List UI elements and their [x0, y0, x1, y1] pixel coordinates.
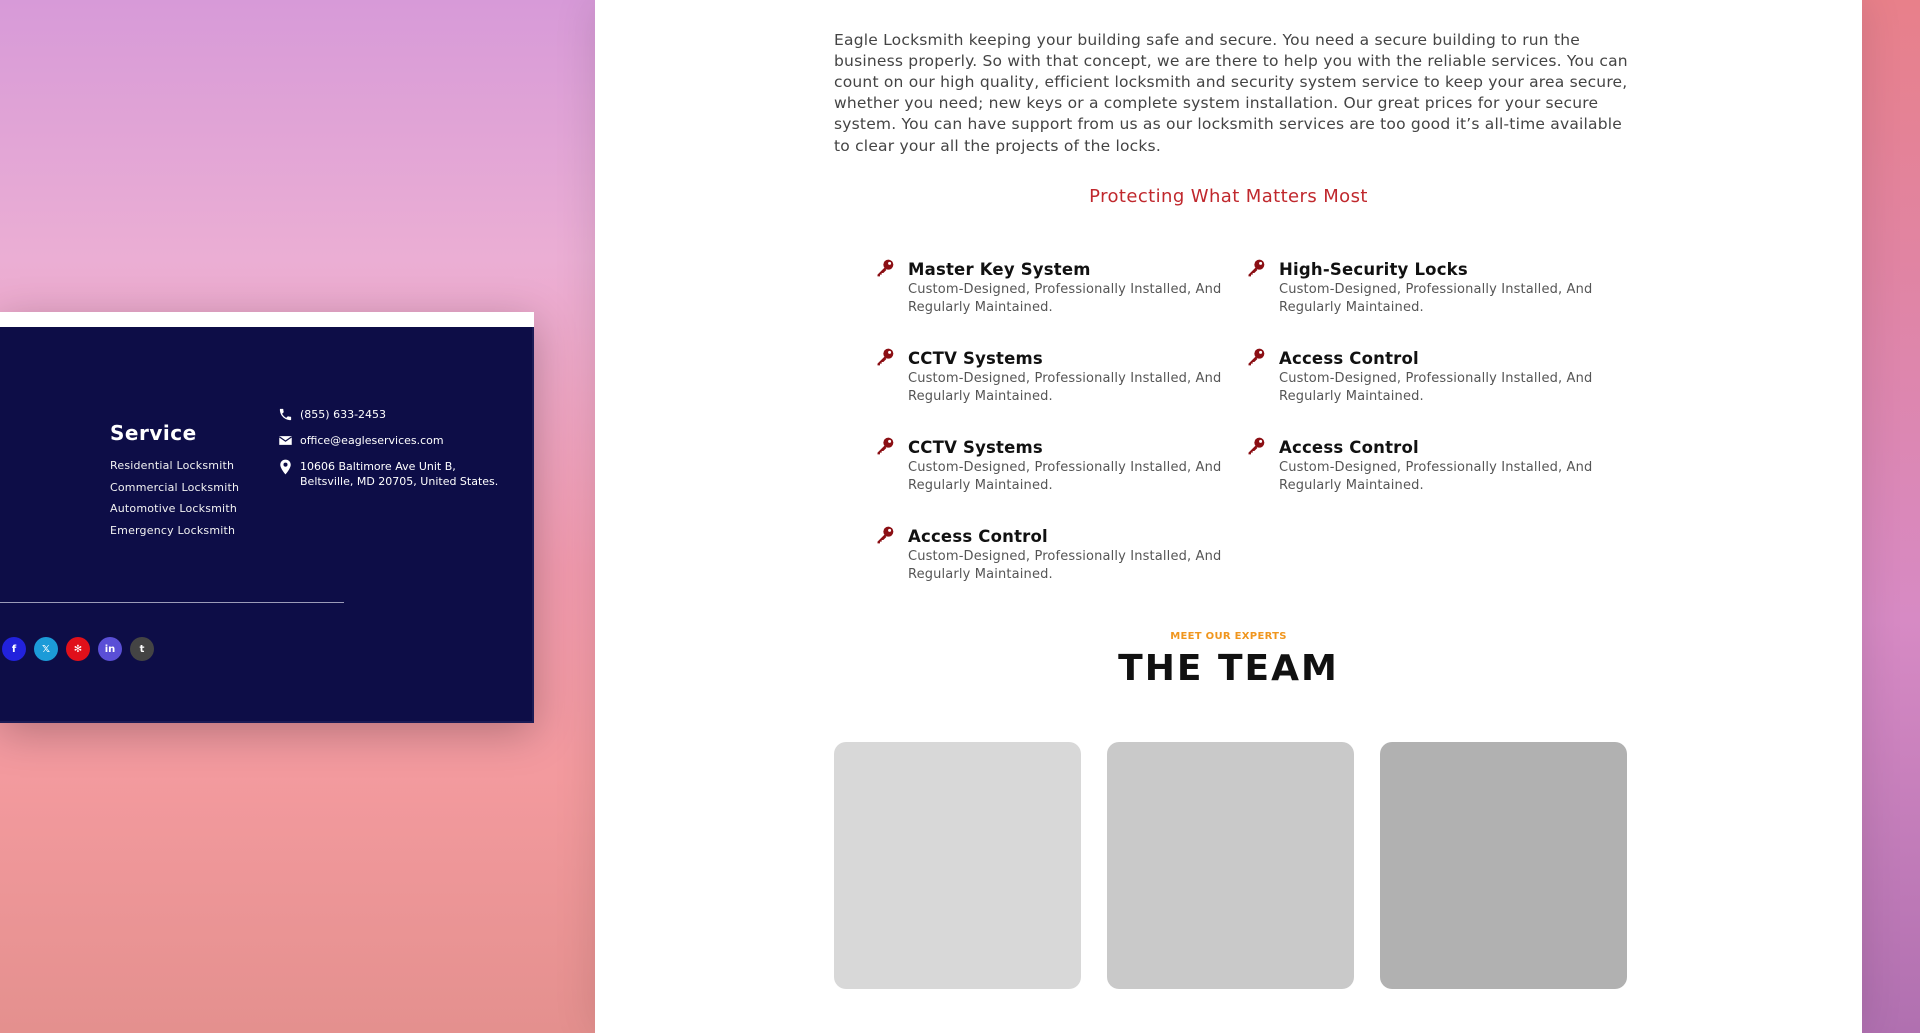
key-icon: [877, 437, 894, 455]
background-strip: [1862, 0, 1920, 1033]
feature-item: Master Key System Custom-Designed, Profe…: [875, 258, 1246, 347]
feature-grid: Master Key System Custom-Designed, Profe…: [875, 258, 1635, 614]
feature-title: Master Key System: [908, 260, 1091, 279]
footer-phone[interactable]: (855) 633-2453: [278, 407, 498, 422]
phone-icon: [279, 408, 292, 421]
feature-description: Custom-Designed, Professionally Installe…: [908, 282, 1222, 315]
key-icon: [1248, 259, 1265, 277]
feature-description: Custom-Designed, Professionally Installe…: [1279, 371, 1593, 404]
envelope-icon: [278, 436, 293, 445]
feature-item: Access Control Custom-Designed, Professi…: [1246, 436, 1617, 525]
feature-description: Custom-Designed, Professionally Installe…: [908, 371, 1222, 404]
map-pin-icon: [280, 459, 291, 475]
feature-description: Custom-Designed, Professionally Installe…: [1279, 282, 1593, 315]
x-twitter-icon[interactable]: 𝕏: [34, 637, 58, 661]
phone-number: (855) 633-2453: [300, 408, 387, 421]
footer-service-link[interactable]: Automotive Locksmith: [110, 498, 239, 520]
footer-top-bar: [0, 312, 534, 327]
feature-description: Custom-Designed, Professionally Installe…: [908, 549, 1222, 582]
team-heading: THE TEAM: [1118, 648, 1339, 689]
feature-item: Access Control Custom-Designed, Professi…: [1246, 347, 1617, 436]
feature-item: CCTV Systems Custom-Designed, Profession…: [875, 436, 1246, 525]
email-address: office@eagleservices.com: [300, 434, 444, 447]
key-icon: [877, 348, 894, 366]
team-member-card[interactable]: [834, 742, 1081, 989]
feature-title: High-Security Locks: [1279, 260, 1468, 279]
feature-title: CCTV Systems: [908, 349, 1043, 368]
site-footer: Service Residential Locksmith Commercial…: [0, 327, 534, 723]
feature-description: Custom-Designed, Professionally Installe…: [908, 460, 1222, 493]
footer-address: 10606 Baltimore Ave Unit B, Beltsville, …: [278, 459, 498, 489]
intro-paragraph: Eagle Locksmith keeping your building sa…: [834, 30, 1628, 155]
linkedin-icon[interactable]: in: [98, 637, 122, 661]
footer-email[interactable]: office@eagleservices.com: [278, 433, 498, 448]
team-kicker: MEET OUR EXPERTS: [1170, 631, 1287, 642]
footer-service-link[interactable]: Residential Locksmith: [110, 455, 239, 477]
footer-contact: (855) 633-2453 office@eagleservices.com …: [278, 407, 498, 500]
key-icon: [1248, 437, 1265, 455]
feature-title: Access Control: [908, 527, 1048, 546]
feature-item: CCTV Systems Custom-Designed, Profession…: [875, 347, 1246, 436]
feature-title: Access Control: [1279, 349, 1419, 368]
facebook-icon[interactable]: f: [2, 637, 26, 661]
feature-description: Custom-Designed, Professionally Installe…: [1279, 460, 1593, 493]
tumblr-icon[interactable]: t: [130, 637, 154, 661]
footer-service-link[interactable]: Emergency Locksmith: [110, 520, 239, 542]
yelp-icon[interactable]: ✻: [66, 637, 90, 661]
team-member-card[interactable]: [1107, 742, 1354, 989]
social-links: f 𝕏 ✻ in t: [2, 637, 154, 661]
feature-title: Access Control: [1279, 438, 1419, 457]
address-line-2: Beltsville, MD 20705, United States.: [300, 475, 499, 488]
desktop-background: Service Residential Locksmith Commercial…: [0, 0, 1920, 1033]
feature-item: Access Control Custom-Designed, Professi…: [875, 525, 1246, 614]
footer-service-heading: Service: [110, 421, 197, 445]
footer-service-link[interactable]: Commercial Locksmith: [110, 477, 239, 499]
feature-title: CCTV Systems: [908, 438, 1043, 457]
key-icon: [1248, 348, 1265, 366]
key-icon: [877, 259, 894, 277]
footer-preview-card: Service Residential Locksmith Commercial…: [0, 312, 534, 723]
team-member-card[interactable]: [1380, 742, 1627, 989]
feature-item: High-Security Locks Custom-Designed, Pro…: [1246, 258, 1617, 347]
main-page: Eagle Locksmith keeping your building sa…: [595, 0, 1862, 1033]
section-heading: Protecting What Matters Most: [1089, 186, 1368, 207]
footer-divider: [0, 602, 344, 603]
key-icon: [877, 526, 894, 544]
footer-service-list: Residential Locksmith Commercial Locksmi…: [110, 455, 239, 541]
address-line-1: 10606 Baltimore Ave Unit B,: [300, 460, 456, 473]
